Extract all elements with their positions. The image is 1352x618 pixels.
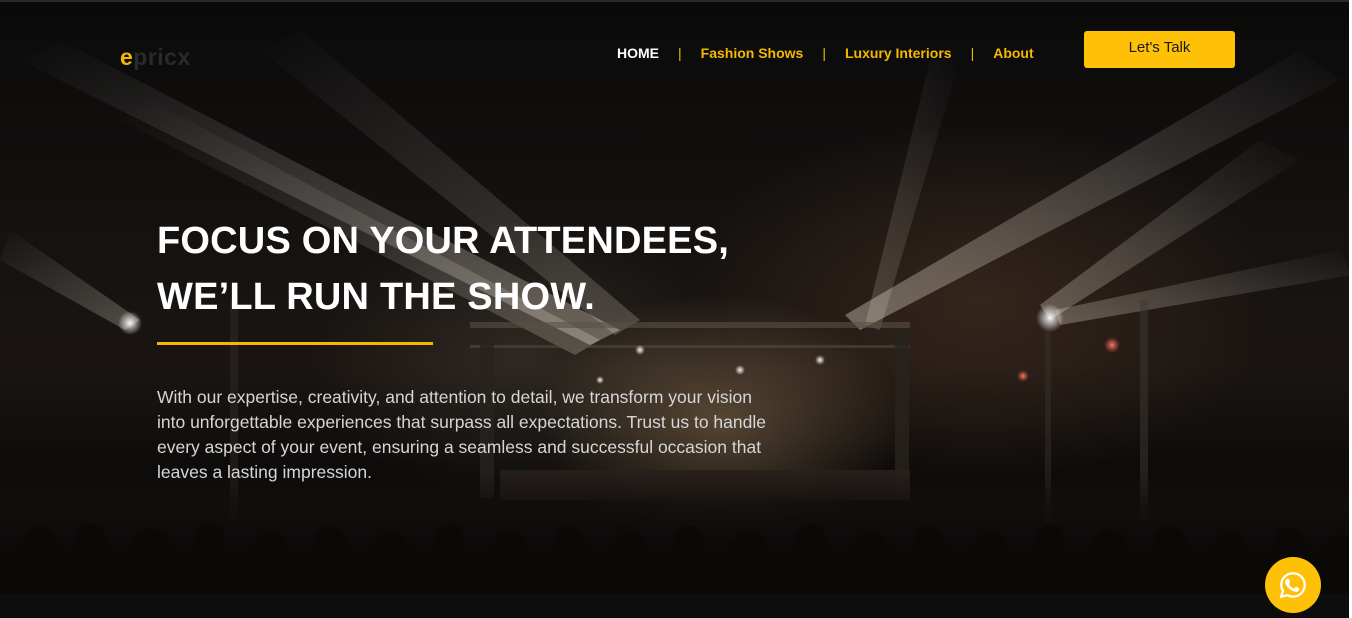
lets-talk-button[interactable]: Let's Talk: [1084, 31, 1235, 68]
nav-separator: |: [678, 45, 682, 61]
nav-separator: |: [822, 45, 826, 61]
whatsapp-icon: [1279, 572, 1306, 599]
logo-wordmark: pricx: [133, 44, 191, 70]
nav-fashion-shows[interactable]: Fashion Shows: [701, 45, 804, 61]
hero-description: With our expertise, creativity, and atte…: [157, 387, 766, 482]
next-section-edge: [0, 594, 1352, 618]
headline-divider: [157, 342, 433, 345]
top-border: [0, 0, 1352, 2]
headline-line-2: WE’LL RUN THE SHOW.: [157, 276, 595, 318]
brand-logo[interactable]: epricx: [120, 44, 191, 71]
hero-headline: FOCUS ON YOUR ATTENDEES, WE’LL RUN THE S…: [157, 213, 729, 325]
logo-letter-e: e: [120, 44, 134, 70]
whatsapp-chat-button[interactable]: [1265, 557, 1321, 613]
nav-luxury-interiors[interactable]: Luxury Interiors: [845, 45, 952, 61]
nav-home[interactable]: HOME: [617, 45, 659, 61]
main-nav: HOME | Fashion Shows | Luxury Interiors …: [617, 45, 1034, 61]
headline-line-1: FOCUS ON YOUR ATTENDEES,: [157, 220, 730, 262]
nav-about[interactable]: About: [993, 45, 1033, 61]
nav-separator: |: [970, 45, 975, 61]
